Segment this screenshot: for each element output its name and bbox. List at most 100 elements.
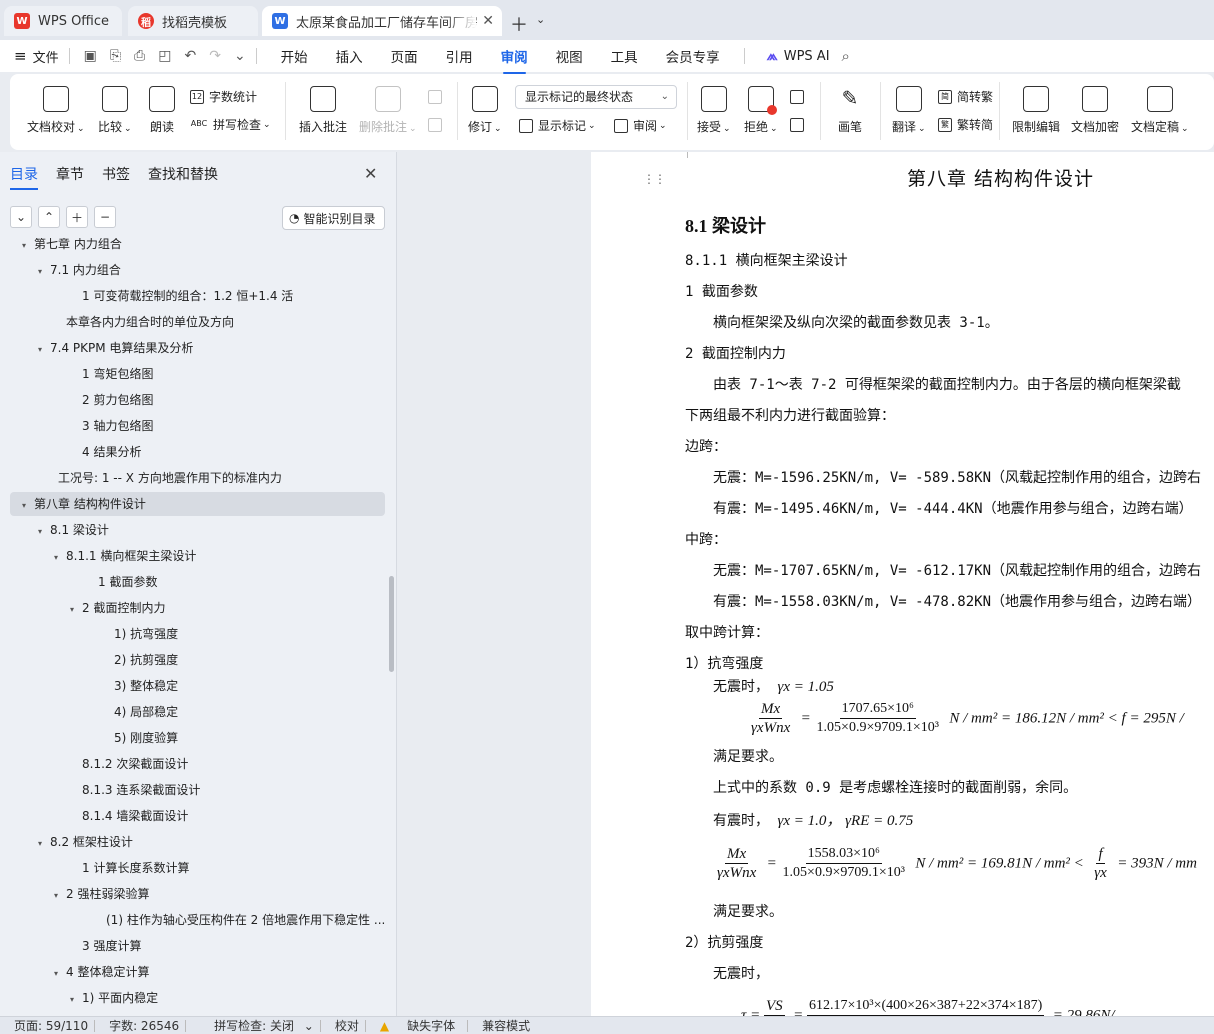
tab-document[interactable]: W 太原某食品加工厂储存车间厂房 ✕ — [262, 6, 502, 36]
proof-status[interactable]: 校对 — [335, 1017, 359, 1034]
word-count-indicator[interactable]: 字数: 26546 — [109, 1017, 179, 1034]
toc-scrollbar[interactable] — [389, 576, 394, 672]
toc-item[interactable]: 4) 局部稳定 — [10, 700, 385, 724]
toc-item[interactable]: ▾ 8.1.1 横向框架主梁设计 — [10, 544, 385, 568]
spell-check-button[interactable]: ABC 拼写检查 ⌄ — [190, 116, 271, 133]
remove-heading-icon[interactable]: − — [94, 206, 116, 228]
expand-triangle-icon[interactable]: ▾ — [22, 494, 34, 516]
toc-item[interactable]: ▾ 4 整体稳定计算 — [10, 960, 385, 984]
expand-triangle-icon[interactable]: ▾ — [38, 520, 50, 542]
prev-comment-icon[interactable] — [428, 90, 447, 104]
toc-item[interactable]: ▾ 7.1 内力组合 — [10, 258, 385, 282]
toc-item[interactable]: 4 结果分析 — [10, 440, 385, 464]
next-comment-icon[interactable] — [428, 118, 447, 132]
restrict-edit-button[interactable]: 限制编辑 — [1012, 86, 1060, 135]
toc-item[interactable]: 2 剪力包络图 — [10, 388, 385, 412]
expand-all-icon[interactable]: ⌄ — [10, 206, 32, 228]
print-preview-icon[interactable]: ◰ — [158, 48, 171, 64]
tab-chapters[interactable]: 章节 — [56, 164, 84, 184]
menu-references[interactable]: 引用 — [446, 46, 473, 66]
expand-triangle-icon[interactable]: ▾ — [22, 238, 34, 256]
toc-item[interactable]: (1) 柱作为轴心受压构件在 2 倍地震作用下稳定性 ... — [10, 908, 385, 932]
toc-item[interactable]: ▾ 7.4 PKPM 电算结果及分析 — [10, 336, 385, 360]
export-pdf-icon[interactable]: ⎘ — [110, 48, 121, 64]
toc-item[interactable]: ▾ 1) 平面内稳定 — [10, 986, 385, 1010]
expand-triangle-icon[interactable]: ▾ — [38, 832, 50, 854]
expand-triangle-icon[interactable]: ▾ — [70, 988, 82, 1010]
toc-item[interactable]: 2) 抗剪强度 — [10, 648, 385, 672]
undo-icon[interactable]: ↶ — [184, 48, 196, 64]
read-aloud-button[interactable]: 朗读 — [149, 86, 175, 135]
toc-item[interactable]: ▾ 8.2 框架柱设计 — [10, 830, 385, 854]
expand-triangle-icon[interactable]: ▾ — [38, 260, 50, 282]
redo-icon[interactable]: ↷ — [209, 48, 221, 64]
to-traditional-button[interactable]: 简简转繁 — [938, 88, 993, 105]
menu-tools[interactable]: 工具 — [611, 46, 638, 66]
toc-item[interactable]: 8.1.4 墙梁截面设计 — [10, 804, 385, 828]
pen-button[interactable]: ✎ 画笔 — [837, 86, 863, 135]
encrypt-button[interactable]: 文档加密 — [1071, 86, 1119, 135]
save-icon[interactable]: ▣ — [84, 48, 97, 64]
toc-item[interactable]: 工况号: 1 -- X 方向地震作用下的标准内力 — [10, 466, 385, 490]
toc-item[interactable]: 1 弯矩包络图 — [10, 362, 385, 386]
chevron-down-icon[interactable]: ⌄ — [536, 13, 545, 26]
menu-view[interactable]: 视图 — [556, 46, 583, 66]
finalize-button[interactable]: 文档定稿 ⌄ — [1131, 86, 1189, 135]
add-heading-icon[interactable]: ＋ — [66, 206, 88, 228]
toc-item[interactable]: 1 截面参数 — [10, 570, 385, 594]
menu-member[interactable]: 会员专享 — [666, 46, 720, 66]
drag-handle-icon[interactable]: ⋮⋮ — [643, 172, 666, 186]
toc-item[interactable]: 本章各内力组合时的单位及方向 — [10, 310, 385, 334]
expand-triangle-icon[interactable]: ▾ — [38, 338, 50, 360]
wps-ai-button[interactable]: ⩕ WPS AI — [767, 48, 830, 64]
quick-access-dropdown-icon[interactable]: ⌄ — [234, 48, 246, 64]
close-tab-icon[interactable]: ✕ — [482, 13, 494, 29]
tab-bookmarks[interactable]: 书签 — [102, 164, 130, 184]
compare-button[interactable]: 比较 ⌄ — [98, 86, 132, 135]
expand-triangle-icon[interactable]: ▾ — [54, 884, 66, 906]
reject-button[interactable]: 拒绝 ⌄ — [744, 86, 778, 135]
insert-comment-button[interactable]: 插入批注 — [299, 86, 347, 135]
review-pane-button[interactable]: 审阅 ⌄ — [614, 117, 667, 134]
collapse-all-icon[interactable]: ⌃ — [38, 206, 60, 228]
doc-proof-button[interactable]: 文档校对 ⌄ — [27, 86, 85, 135]
toc-item[interactable]: 3 轴力包络图 — [10, 414, 385, 438]
delete-comment-button[interactable]: 删除批注 ⌄ — [359, 86, 417, 135]
menu-page[interactable]: 页面 — [391, 46, 418, 66]
toc-item[interactable]: ▾ 2 截面控制内力 — [10, 596, 385, 620]
search-icon[interactable]: ⌕ — [842, 47, 850, 65]
expand-triangle-icon[interactable]: ▾ — [54, 962, 66, 984]
expand-triangle-icon[interactable]: ▾ — [54, 546, 66, 568]
spell-check-status[interactable]: 拼写检查: 关闭 ⌄ — [200, 1017, 314, 1034]
close-icon[interactable]: ✕ — [364, 164, 377, 183]
toc-item[interactable]: 8.1.2 次梁截面设计 — [10, 752, 385, 776]
document-page[interactable]: ⋮⋮ 第八章 结构构件设计 8.1 梁设计 8.1.1 横向框架主梁设计 1 截… — [591, 152, 1214, 1016]
to-simplified-button[interactable]: 繁繁转简 — [938, 116, 993, 133]
page-indicator[interactable]: 页面: 59/110 — [14, 1017, 88, 1034]
toc-item[interactable]: 1) 抗弯强度 — [10, 622, 385, 646]
menu-review[interactable]: 审阅 — [501, 46, 528, 74]
tab-docer-templates[interactable]: 稻 找稻壳模板 — [128, 6, 258, 36]
toc-item[interactable]: 1 可变荷载控制的组合：1.2 恒+1.4 活 — [10, 284, 385, 308]
menu-home[interactable]: 开始 — [281, 46, 308, 66]
toc-item[interactable]: 5) 刚度验算 — [10, 726, 385, 750]
missing-font-status[interactable]: ▲ 缺失字体 — [380, 1017, 461, 1034]
word-count-button[interactable]: 12 字数统计 — [190, 88, 257, 105]
toc-item[interactable]: 1 计算长度系数计算 — [10, 856, 385, 880]
toc-item[interactable]: 8.1.3 连系梁截面设计 — [10, 778, 385, 802]
show-markup-button[interactable]: 显示标记 ⌄ — [519, 117, 596, 134]
prev-change-icon[interactable] — [790, 90, 809, 104]
expand-triangle-icon[interactable]: ▾ — [70, 598, 82, 620]
accept-button[interactable]: 接受 ⌄ — [697, 86, 731, 135]
translate-button[interactable]: 翻译 ⌄ — [892, 86, 926, 135]
track-changes-button[interactable]: 修订 ⌄ — [468, 86, 502, 135]
tab-toc[interactable]: 目录 — [10, 164, 38, 190]
toc-item[interactable]: 3) 整体稳定 — [10, 674, 385, 698]
toc-item[interactable]: 3 强度计算 — [10, 934, 385, 958]
file-menu[interactable]: ≡ 文件 — [14, 47, 59, 66]
toc-item[interactable]: ▾ 2 强柱弱梁验算 — [10, 882, 385, 906]
tab-find-replace[interactable]: 查找和替换 — [148, 164, 218, 184]
next-change-icon[interactable] — [790, 118, 809, 132]
toc-item[interactable]: ▾ 第七章 内力组合 — [10, 238, 385, 256]
new-tab-plus-icon[interactable]: ＋ — [510, 11, 528, 37]
